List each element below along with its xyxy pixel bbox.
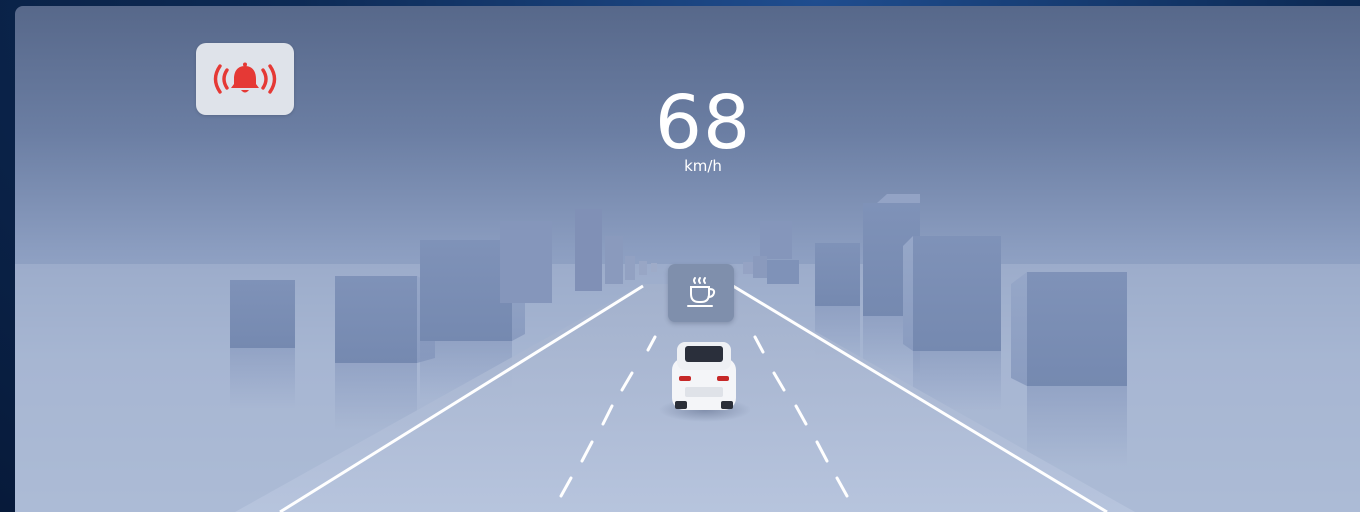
rest-area-badge (668, 264, 734, 322)
bell-alert-icon (213, 62, 277, 94)
speed-unit: km/h (684, 157, 722, 175)
alert-button[interactable] (196, 43, 294, 115)
driving-display: 68 km/h (15, 6, 1360, 512)
speed-value: 68 (654, 80, 752, 166)
coffee-cup-icon (687, 277, 716, 307)
screen-background: 68 km/h (0, 0, 1360, 512)
speedometer: 68 km/h (603, 84, 803, 174)
